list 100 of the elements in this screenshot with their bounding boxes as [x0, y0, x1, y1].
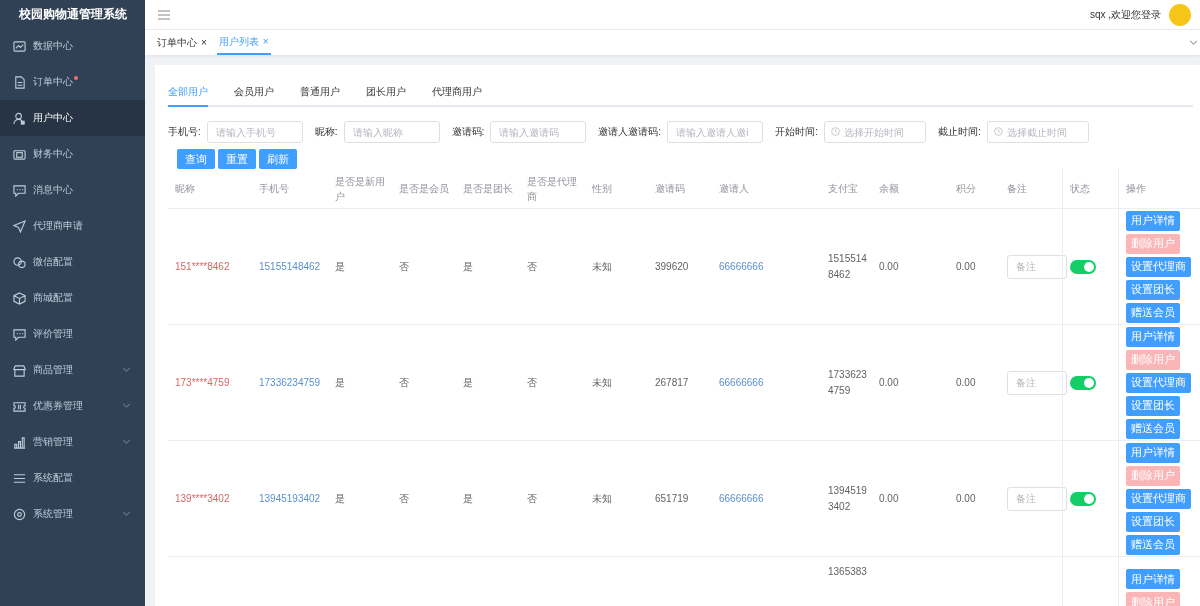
action-button[interactable]: 设置团长 [1126, 279, 1180, 300]
sidebar-label: 系统管理 [33, 507, 73, 521]
column-header: 支付宝 [828, 182, 858, 196]
phone-link[interactable]: 13945193402 [259, 493, 321, 504]
menu-icon[interactable] [158, 9, 170, 20]
app-title: 校园购物通管理系统 [17, 5, 128, 23]
column-header: 是否是新用户 [335, 174, 386, 204]
column-header: 性别 [592, 182, 612, 196]
sidebar-item[interactable]: 消息中心 [0, 172, 145, 208]
sidebar-item[interactable]: 财务中心 [0, 136, 145, 172]
action-button[interactable]: 赠送会员 [1126, 418, 1180, 439]
inviter-link[interactable]: 66666666 [719, 377, 764, 388]
ticket-icon [13, 399, 26, 413]
member-cell: 否 [399, 259, 409, 274]
sidebar-label: 数据中心 [33, 39, 73, 53]
member-cell: 否 [399, 491, 409, 506]
points-cell: 0.00 [956, 493, 976, 504]
input-field[interactable]: 请输入邀请人邀i [667, 121, 764, 143]
remark-field[interactable]: 备注 [1007, 370, 1067, 395]
column-header: 邀请码 [655, 182, 685, 196]
new-user-cell: 是 [335, 259, 345, 274]
action-button[interactable]: 设置团长 [1126, 511, 1180, 532]
sidebar-label: 营销管理 [33, 435, 73, 449]
greeting-text: sqx ,欢迎您登录 [1089, 7, 1161, 22]
column-header: 手机号 [259, 182, 289, 196]
filter-label: 手机号: [168, 125, 201, 139]
alipay-cell-text: 1365383 [828, 565, 868, 579]
status-toggle[interactable] [1070, 491, 1096, 506]
sidebar-item[interactable]: 数据中心 [0, 28, 145, 64]
date-field[interactable]: 选择截止时间 [986, 121, 1089, 143]
action-button[interactable]: 设置团长 [1126, 395, 1180, 416]
input-field[interactable]: 请输入邀请码 [490, 121, 587, 143]
remark-field[interactable]: 备注 [1007, 254, 1067, 279]
input-field[interactable]: 请输入昵称 [343, 121, 440, 143]
status-toggle[interactable] [1070, 259, 1096, 274]
action-button[interactable]: 用户详情 [1126, 210, 1180, 231]
input-field[interactable]: 请输入手机号 [206, 121, 303, 143]
sidebar-item[interactable]: 订单中心 [0, 64, 145, 100]
document-icon [13, 75, 26, 89]
sidebar-item[interactable]: 微信配置 [0, 244, 145, 280]
close-icon[interactable]: × [201, 37, 207, 48]
filter-label: 邀请码: [451, 125, 485, 139]
action-button[interactable]: 设置代理商 [1126, 372, 1191, 393]
sidebar-item[interactable]: 系统配置 [0, 460, 145, 496]
filter-button[interactable]: 重置 [218, 149, 256, 169]
inviter-link[interactable]: 66666666 [719, 261, 764, 272]
list-icon [13, 471, 26, 485]
filter-button[interactable]: 查询 [177, 149, 215, 169]
sidebar-label: 代理商申请 [33, 219, 83, 233]
gender-cell: 未知 [592, 491, 612, 506]
chevron-down-icon[interactable] [1189, 40, 1198, 45]
phone-link[interactable]: 15155148462 [259, 261, 321, 272]
nickname-text: 139****3402 [175, 493, 230, 504]
inviter-link[interactable]: 66666666 [719, 493, 764, 504]
sidebar-item[interactable]: 优惠券管理 [0, 388, 145, 424]
sidebar-item[interactable]: 系统管理 [0, 496, 145, 532]
action-button[interactable]: 用户详情 [1126, 442, 1180, 463]
user-tab[interactable]: 普通用户 [300, 79, 340, 107]
user-tab[interactable]: 团长用户 [366, 79, 406, 107]
invite-code-cell: 399620 [655, 261, 689, 272]
avatar[interactable] [1169, 3, 1191, 26]
action-button[interactable]: 设置代理商 [1126, 256, 1191, 277]
user-tab[interactable]: 会员用户 [234, 79, 274, 107]
sidebar-item[interactable]: 商城配置 [0, 280, 145, 316]
user-tab[interactable]: 代理商用户 [432, 79, 482, 107]
action-button[interactable]: 用户详情 [1126, 326, 1180, 347]
user-icon [13, 111, 26, 125]
action-button[interactable]: 赠送会员 [1126, 302, 1180, 323]
status-toggle[interactable] [1070, 375, 1096, 390]
sidebar-label: 财务中心 [33, 147, 73, 161]
chat-bubble-icon [13, 327, 26, 341]
sidebar-item[interactable]: 评价管理 [0, 316, 145, 352]
sidebar-item[interactable]: 代理商申请 [0, 208, 145, 244]
filter-button[interactable]: 刷新 [259, 149, 297, 169]
close-icon[interactable]: × [262, 36, 269, 47]
points-cell: 0.00 [956, 261, 976, 272]
user-tab[interactable]: 全部用户 [168, 79, 208, 107]
column-header: 余额 [879, 182, 899, 196]
action-button[interactable]: 赠送会员 [1126, 534, 1180, 555]
action-button[interactable]: 用户详情 [1126, 569, 1180, 589]
new-user-cell: 是 [335, 375, 345, 390]
column-header: 操作 [1126, 182, 1146, 196]
date-field[interactable]: 选择开始时间 [823, 121, 926, 143]
page-tab[interactable]: 订单中心 × [155, 30, 209, 55]
page-tab[interactable]: 用户列表 × [216, 30, 271, 55]
sidebar-item[interactable]: 营销管理 [0, 424, 145, 460]
sidebar-item[interactable]: 商品管理 [0, 352, 145, 388]
remark-field[interactable]: 备注 [1007, 486, 1067, 511]
column-header: 邀请人 [719, 182, 749, 196]
alipay-cell-text: 13945193402 [828, 483, 868, 514]
invite-code-cell: 267817 [655, 377, 689, 388]
phone-link[interactable]: 17336234759 [259, 377, 321, 388]
action-button[interactable]: 设置代理商 [1126, 488, 1191, 509]
filter-label: 邀请人邀请码: [598, 125, 662, 139]
nickname-text: 151****8462 [175, 261, 230, 272]
column-header: 状态 [1070, 182, 1090, 196]
sidebar-label: 用户中心 [33, 111, 73, 125]
sidebar-label: 订单中心 [33, 75, 73, 89]
filter-label: 昵称: [314, 125, 338, 139]
sidebar-item[interactable]: 用户中心 [0, 100, 145, 136]
